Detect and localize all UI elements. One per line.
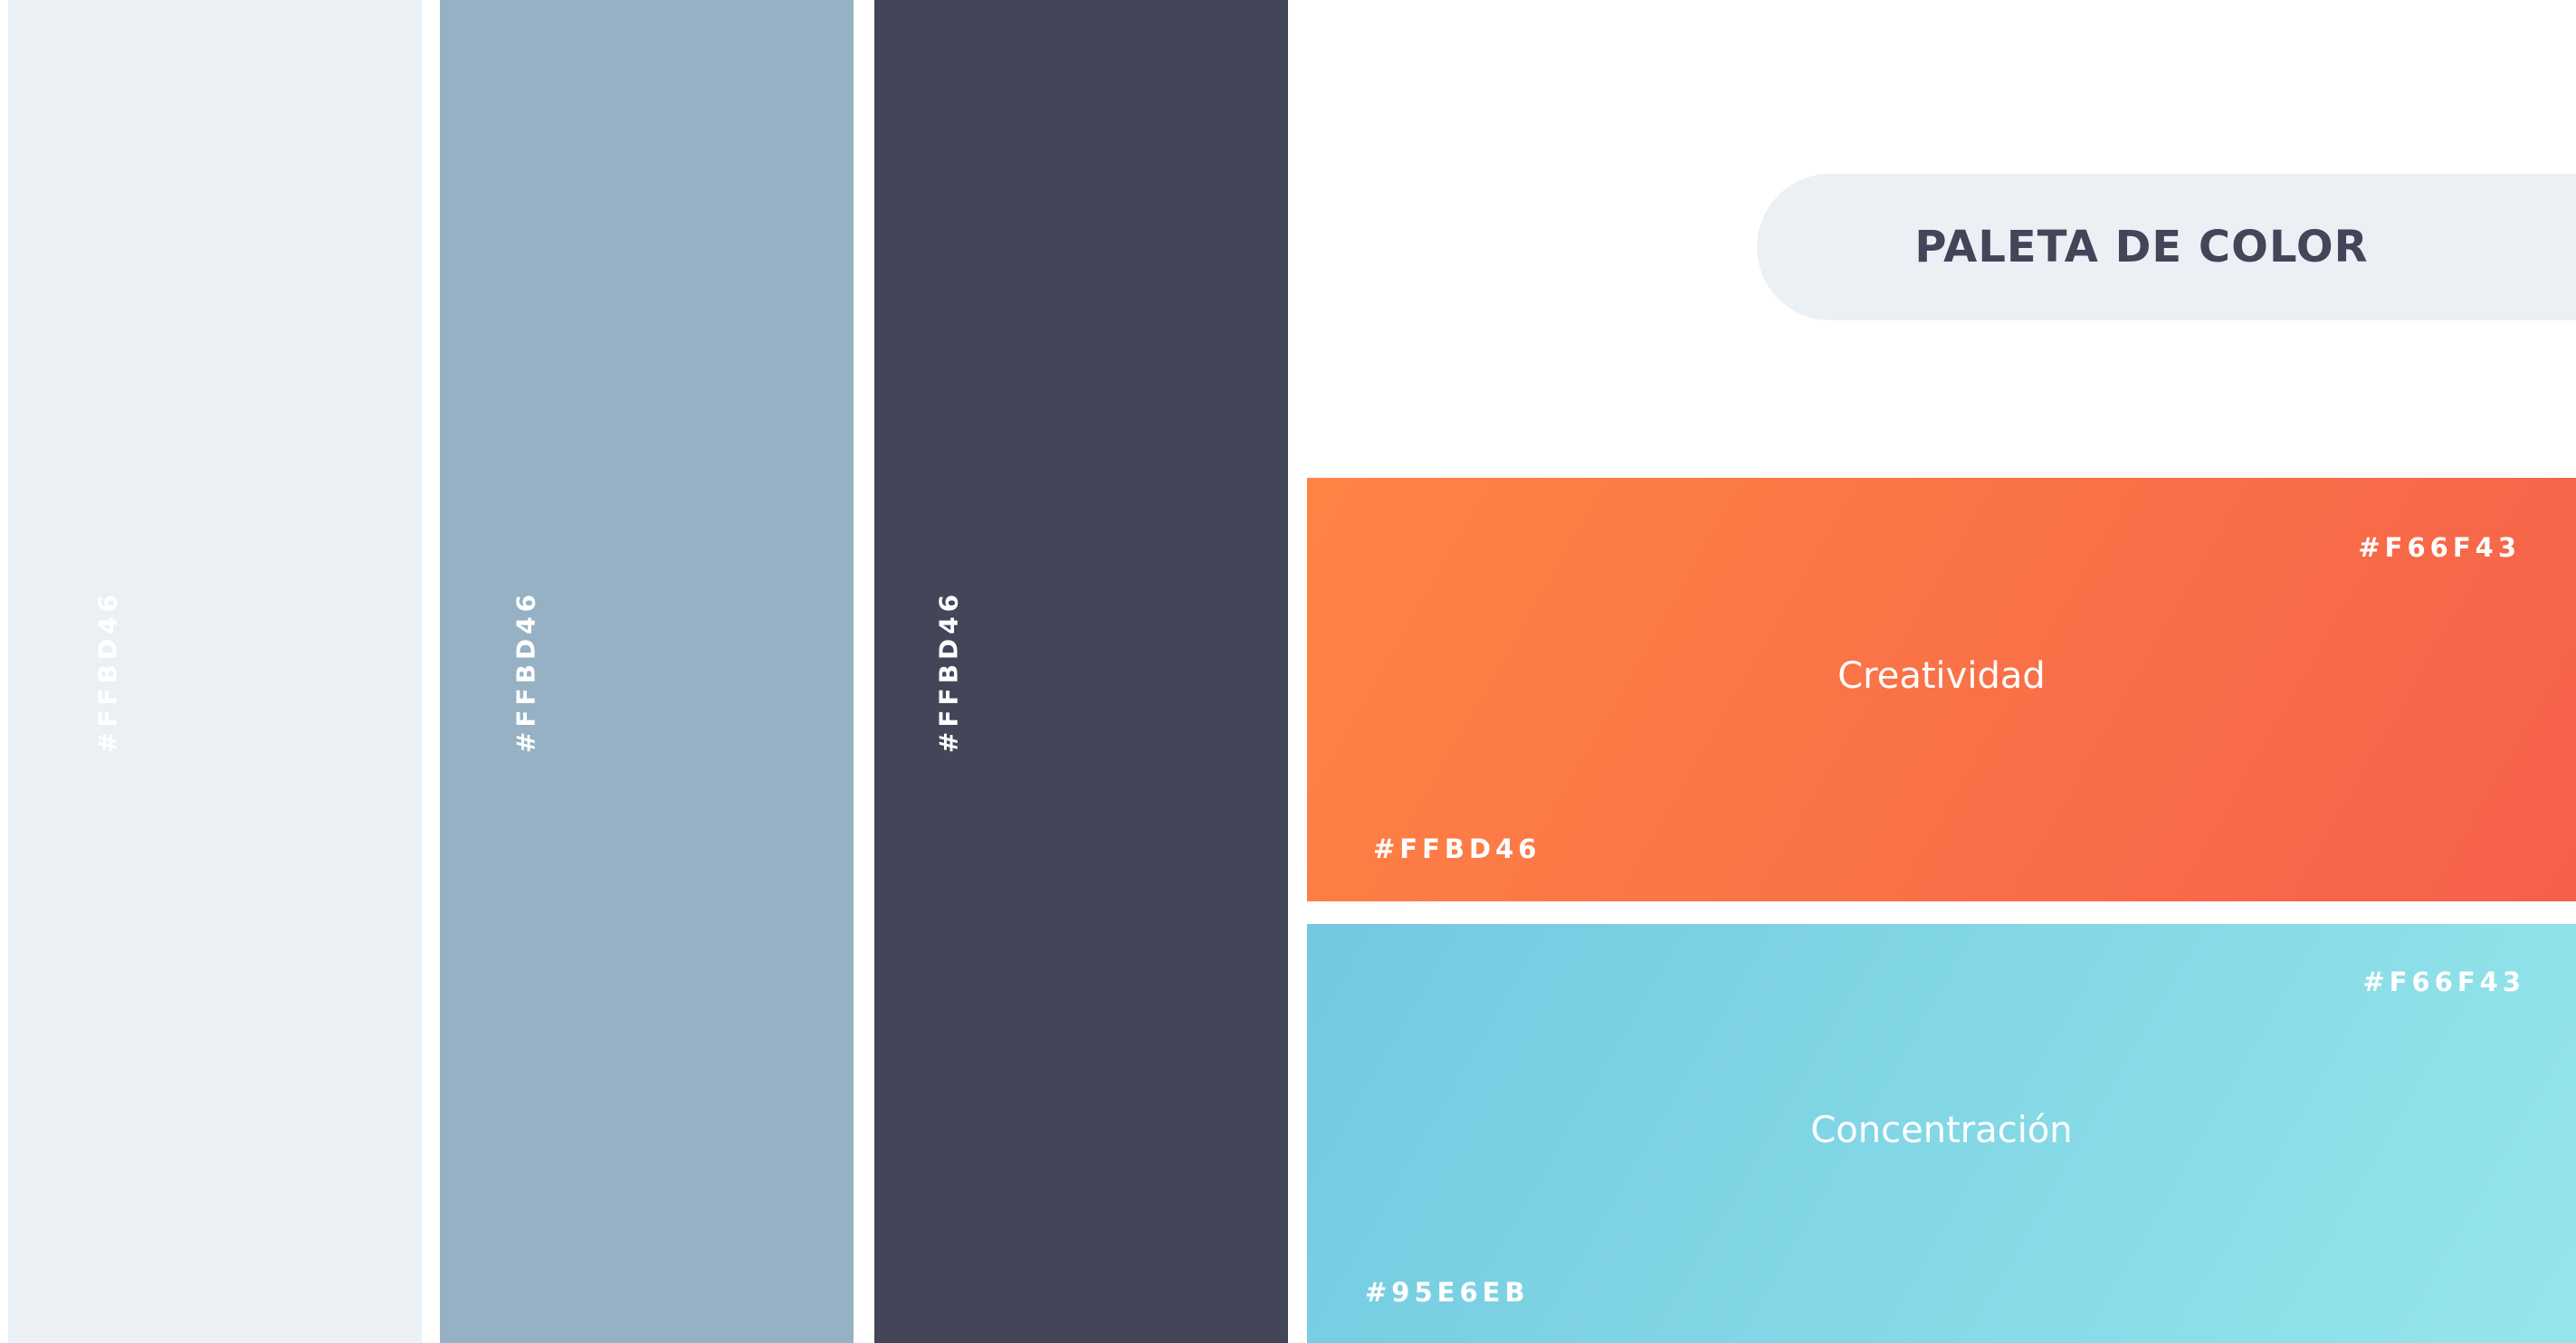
color-block-label: Creatividad [1837,655,2046,697]
swatch-hex-code: #FFBD46 [510,589,541,754]
color-block-label: Concentración [1810,1110,2073,1151]
color-block-creatividad: #F66F43 Creatividad #FFBD46 [1307,478,2576,901]
page-title: PALETA DE COLOR [1914,222,2369,272]
color-swatch-light: #FFBD46 [8,0,422,1343]
title-banner: PALETA DE COLOR [1757,174,2576,320]
swatch-hex-code: #FFBD46 [933,589,964,754]
color-swatch-slate: #FFBD46 [440,0,854,1343]
color-swatch-dark: #FFBD46 [874,0,1288,1343]
hex-code-top: #F66F43 [2358,532,2521,563]
hex-code-bottom: #95E6EB [1365,1277,1530,1308]
swatch-hex-code: #FFBD46 [92,589,123,754]
hex-code-top: #F66F43 [2362,967,2525,997]
hex-code-bottom: #FFBD46 [1373,833,1541,864]
color-block-concentracion: #F66F43 Concentración #95E6EB [1307,924,2576,1343]
